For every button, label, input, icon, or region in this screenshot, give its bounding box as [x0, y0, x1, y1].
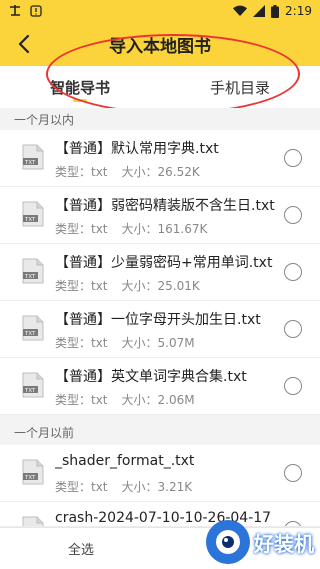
watermark-text: 好装机 [254, 531, 314, 556]
tab-bar: 智能导书 手机目录 [0, 66, 320, 108]
svg-text:TXT: TXT [24, 475, 36, 481]
select-radio[interactable] [284, 206, 302, 224]
file-size: 大小：25.01K [121, 279, 200, 293]
app-icon [10, 5, 20, 16]
file-meta: 类型：txt 大小：2.06M [55, 391, 195, 408]
status-time: 2:19 [285, 4, 312, 18]
tab-active-indicator [73, 99, 87, 102]
file-meta: 类型：txt 大小：5.07M [55, 334, 195, 351]
select-radio[interactable] [284, 263, 302, 281]
file-name: 【普通】少量弱密码+常用单词.txt [55, 255, 273, 271]
file-row[interactable]: TXT 【普通】默认常用字典.txt 类型：txt 大小：26.52K [0, 130, 320, 187]
file-name: _shader_format_.txt [55, 453, 195, 469]
txt-file-icon [22, 516, 44, 526]
txt-file-icon: TXT [22, 459, 44, 485]
app-bar: 导入本地图书 [0, 22, 320, 66]
svg-text:TXT: TXT [24, 217, 36, 223]
tab-label: 智能导书 [49, 78, 110, 97]
select-radio[interactable] [284, 464, 302, 482]
txt-file-icon: TXT [22, 258, 44, 284]
file-row[interactable]: TXT 【普通】弱密码精装版不含生日.txt 类型：txt 大小：161.67K [0, 187, 320, 244]
file-type: 类型：txt [55, 336, 108, 350]
svg-text:TXT: TXT [24, 388, 36, 394]
watermark-logo-icon [206, 520, 250, 564]
file-type: 类型：txt [55, 279, 108, 293]
file-name: 【普通】一位字母开头加生日.txt [55, 312, 261, 328]
signal-icon [253, 5, 266, 17]
battery-icon [271, 4, 280, 18]
file-type: 类型：txt [55, 222, 108, 236]
file-meta: 类型：txt 大小：161.67K [55, 220, 207, 237]
file-row[interactable]: TXT 【普通】英文单词字典合集.txt 类型：txt 大小：2.06M [0, 358, 320, 415]
file-name: 【普通】默认常用字典.txt [55, 141, 219, 157]
txt-file-icon: TXT [22, 315, 44, 341]
file-size: 大小：161.67K [121, 222, 208, 236]
file-type: 类型：txt [55, 480, 108, 494]
back-arrow-icon [18, 35, 30, 53]
status-bar-left [8, 4, 42, 18]
status-bar-right: 2:19 [233, 4, 312, 18]
file-size: 大小：5.07M [121, 336, 195, 350]
select-radio[interactable] [284, 320, 302, 338]
file-meta: 类型：txt 大小：25.01K [55, 277, 200, 294]
file-row[interactable]: TXT 【普通】一位字母开头加生日.txt 类型：txt 大小：5.07M [0, 301, 320, 358]
svg-text:TXT: TXT [24, 331, 36, 337]
txt-file-icon: TXT [22, 372, 44, 398]
tab-phone-directory[interactable]: 手机目录 [160, 66, 320, 108]
eye-logo-icon [216, 530, 240, 554]
svg-text:TXT: TXT [24, 160, 36, 166]
file-size: 大小：26.52K [121, 165, 200, 179]
status-bar: 2:19 [0, 0, 320, 22]
file-meta: 类型：txt 大小：3.21K [55, 478, 192, 495]
page-title: 导入本地图书 [109, 36, 211, 57]
file-row[interactable]: TXT _shader_format_.txt 类型：txt 大小：3.21K [0, 445, 320, 502]
warning-icon [30, 5, 42, 17]
select-radio[interactable] [284, 149, 302, 167]
watermark: 好装机 [206, 520, 314, 564]
back-button[interactable] [10, 30, 38, 58]
section-header: 一个月以前 [0, 421, 320, 443]
tab-label: 手机目录 [209, 78, 270, 97]
file-meta: 类型：txt 大小：26.52K [55, 163, 200, 180]
tab-smart-import[interactable]: 智能导书 [0, 66, 160, 108]
section-header: 一个月以内 [0, 108, 320, 130]
file-size: 大小：2.06M [121, 393, 195, 407]
txt-file-icon: TXT [22, 144, 44, 170]
file-size: 大小：3.21K [121, 480, 193, 494]
txt-file-icon: TXT [22, 201, 44, 227]
file-type: 类型：txt [55, 393, 108, 407]
file-type: 类型：txt [55, 165, 108, 179]
file-row[interactable]: TXT 【普通】少量弱密码+常用单词.txt 类型：txt 大小：25.01K [0, 244, 320, 301]
select-radio[interactable] [284, 377, 302, 395]
file-name: 【普通】弱密码精装版不含生日.txt [55, 198, 275, 214]
select-all-button[interactable]: 全选 [68, 539, 94, 558]
svg-text:TXT: TXT [24, 274, 36, 280]
file-name: 【普通】英文单词字典合集.txt [55, 369, 247, 385]
wifi-icon [233, 5, 248, 17]
